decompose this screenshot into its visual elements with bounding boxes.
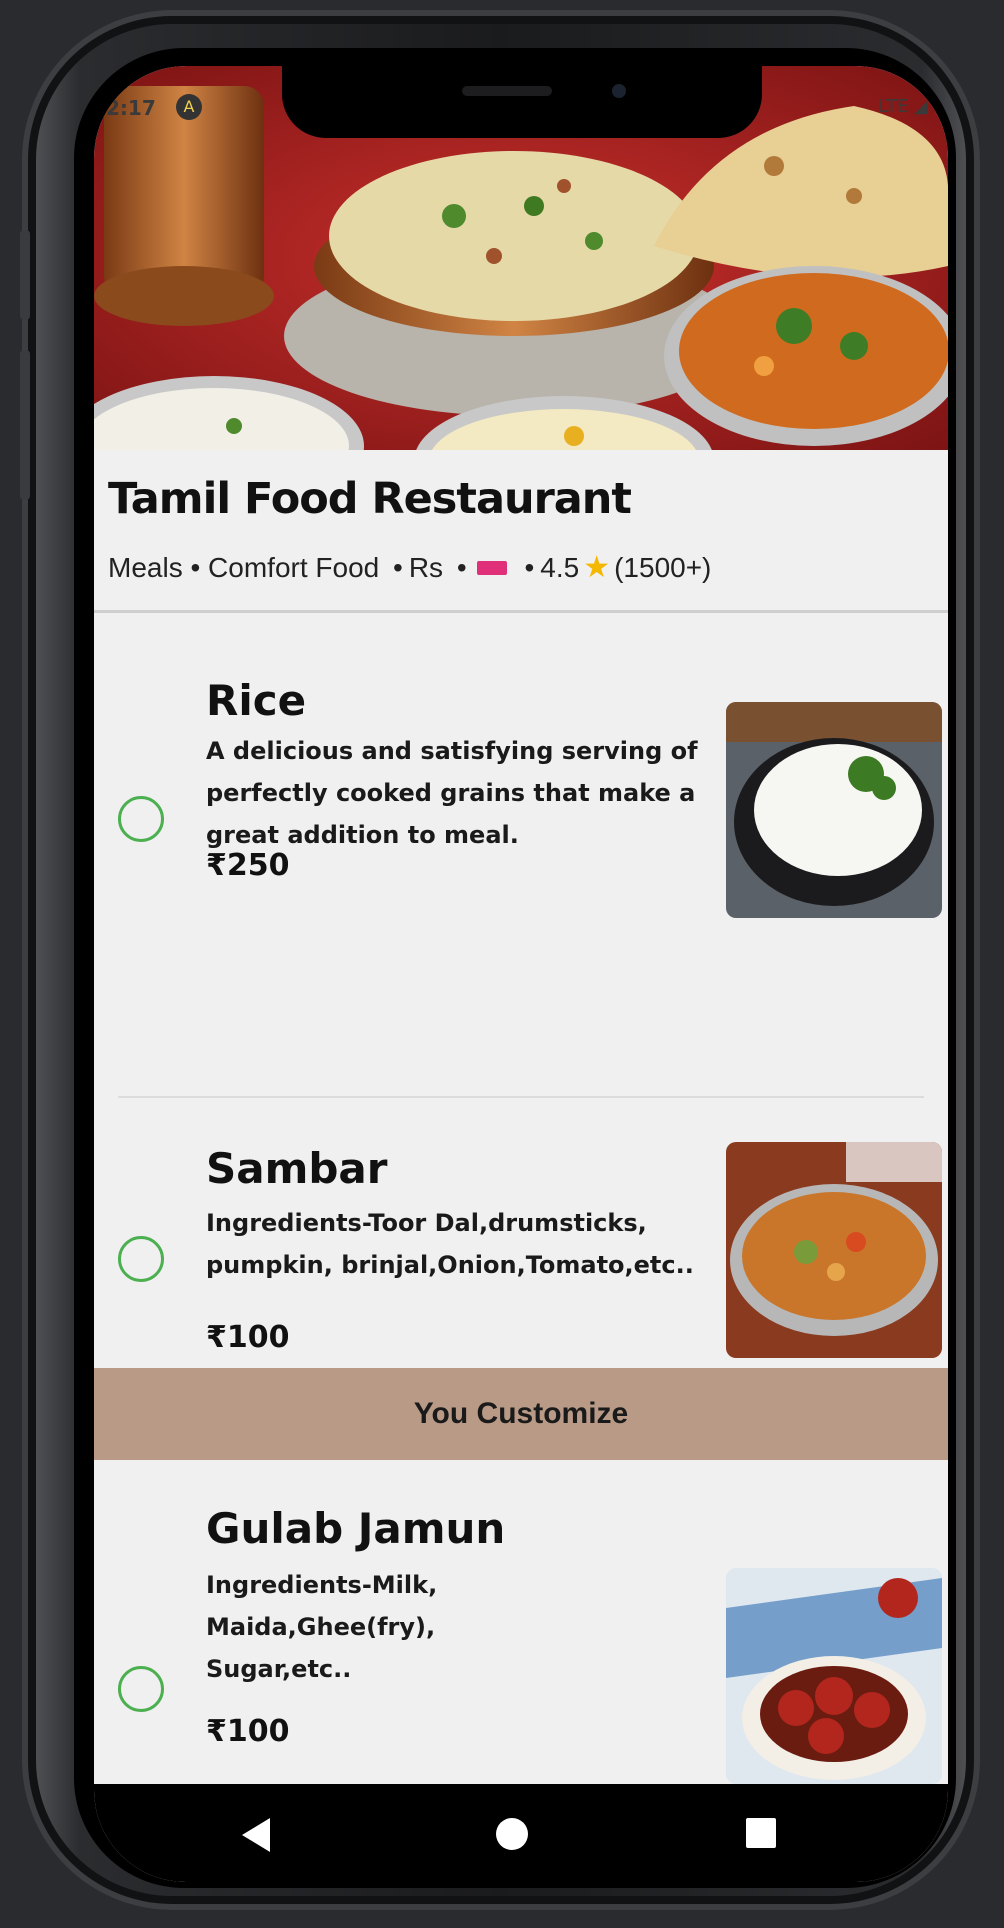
item-price: ₹100: [206, 1714, 290, 1749]
status-time: 2:17: [106, 96, 156, 120]
menu-item[interactable]: Rice A delicious and satisfying serving …: [94, 626, 948, 918]
restaurant-header: Tamil Food Restaurant Meals • Comfort Fo…: [94, 450, 948, 613]
back-triangle-icon[interactable]: [242, 1818, 270, 1852]
home-circle-icon[interactable]: [496, 1818, 528, 1850]
ticket-icon: [476, 560, 507, 575]
price-label: Rs: [408, 552, 444, 583]
item-image-sambar: [726, 1142, 942, 1358]
phone-side-button: [20, 230, 30, 320]
app-screen: 2:17 A LTE ◢ Tamil Food Restaurant Meals…: [94, 66, 948, 1882]
separator-dot: •: [456, 552, 467, 583]
item-title: Sambar: [206, 1144, 388, 1193]
rating-value: 4.5: [540, 552, 580, 583]
signal-icon: ◢: [914, 96, 928, 117]
item-description: Ingredients-Milk, Maida,Ghee(fry), Sugar…: [206, 1571, 438, 1683]
restaurant-name: Tamil Food Restaurant: [108, 474, 632, 524]
network-status: LTE ◢: [879, 96, 929, 117]
review-count: (1500+): [614, 552, 712, 583]
restaurant-meta: Meals • Comfort Food • Rs • • 4.5 ★ (1500+): [108, 550, 711, 585]
item-description: Ingredients-Toor Dal,drumsticks, pumpkin…: [206, 1209, 694, 1279]
item-select-radio[interactable]: [118, 1666, 164, 1712]
item-price: ₹250: [206, 848, 290, 883]
separator-dot: •: [393, 552, 403, 583]
item-divider: [118, 1096, 924, 1098]
item-image-rice: [726, 702, 942, 918]
item-description: A delicious and satisfying serving of pe…: [206, 737, 698, 849]
navigation-bar: [94, 1784, 948, 1882]
restaurant-categories: Meals • Comfort Food: [108, 552, 380, 583]
item-image-gulab-jamun: [726, 1568, 942, 1784]
phone-notch: [282, 66, 762, 138]
item-price: ₹100: [206, 1320, 290, 1355]
menu-item[interactable]: Sambar Ingredients-Toor Dal,drumsticks, …: [94, 1106, 948, 1368]
front-camera: [612, 84, 626, 98]
star-icon: ★: [583, 551, 611, 584]
item-select-radio[interactable]: [118, 796, 164, 842]
customize-button[interactable]: You Customize: [94, 1368, 948, 1460]
item-title: Rice: [206, 676, 307, 725]
item-title: Gulab Jamun: [206, 1504, 506, 1553]
network-label: LTE: [878, 96, 909, 117]
recents-square-icon[interactable]: [746, 1818, 776, 1848]
separator-dot: •: [524, 552, 535, 583]
menu-item[interactable]: Gulab Jamun Ingredients-Milk, Maida,Ghee…: [94, 1460, 948, 1784]
item-select-radio[interactable]: [118, 1236, 164, 1282]
phone-volume-button: [20, 350, 30, 500]
speaker-grille: [462, 86, 552, 96]
notification-icon: A: [176, 94, 202, 120]
